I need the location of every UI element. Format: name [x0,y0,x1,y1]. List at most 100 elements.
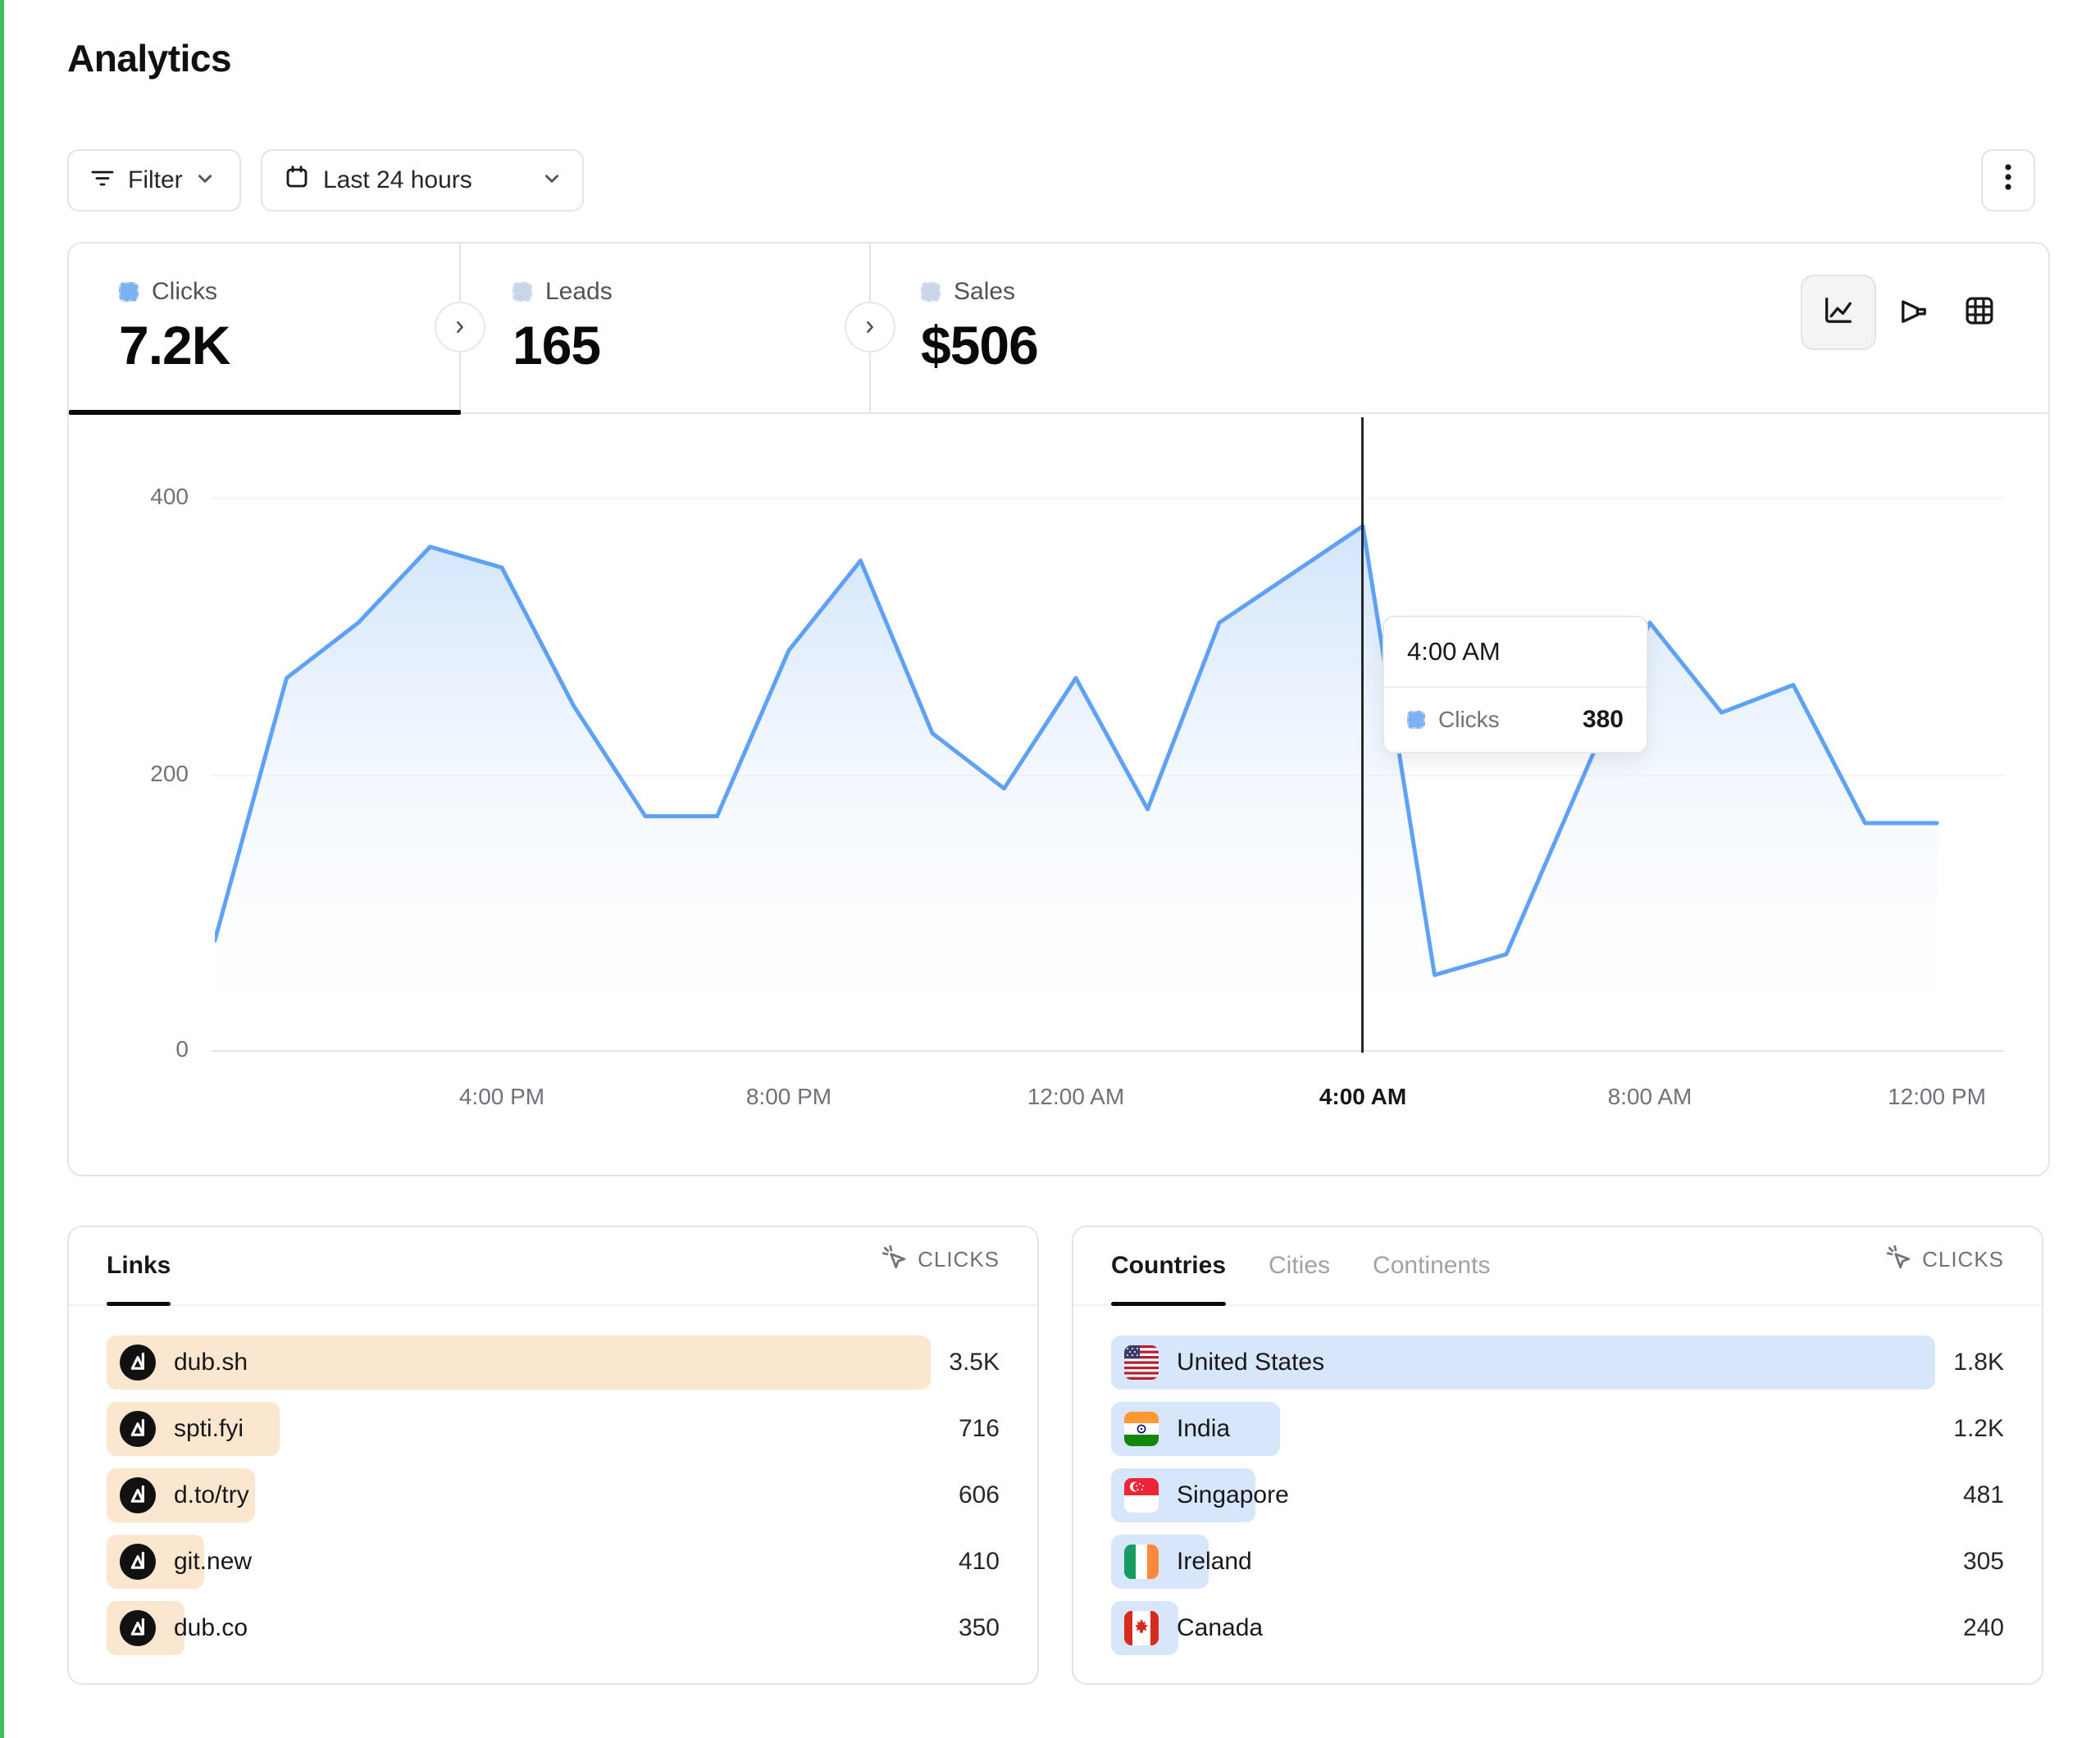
window-left-edge [0,0,4,1738]
funnel-icon [1896,293,1932,333]
country-label: India [1177,1415,1230,1443]
x-axis-tick: 8:00 PM [707,1084,871,1110]
link-label: spti.fyi [174,1415,244,1443]
leads-total-value: 165 [512,314,600,376]
tab-sales[interactable]: Sales $506 [921,242,1232,412]
geo-metric-label: CLICKS [1922,1247,2004,1272]
country-clicks-value: 481 [1963,1468,2004,1522]
more-options-button[interactable] [1981,149,2035,212]
country-label: Canada [1177,1614,1263,1642]
country-row[interactable]: Ireland305 [1111,1535,2004,1589]
clicks-series-swatch [119,282,139,302]
links-panel: Links CLICKS dub.sh 3.5K spti.fyi 716 d.to/t… [67,1226,1039,1685]
chart-tooltip: 4:00 AM Clicks 380 [1383,616,1648,753]
filter-button-label: Filter [128,166,183,194]
chevron-down-icon [543,166,561,194]
chevron-down-icon [196,166,214,194]
x-axis-tick: 4:00 AM [1281,1084,1445,1110]
link-label: d.to/try [174,1481,249,1509]
tab-cities[interactable]: Cities [1269,1252,1330,1304]
tooltip-clicks-swatch [1407,711,1425,729]
tab-links[interactable]: Links [107,1252,171,1304]
link-clicks-value: 606 [959,1468,1000,1522]
country-row[interactable]: India 1.2K [1111,1402,2004,1456]
leads-series-swatch [512,282,532,302]
chart-area-fill [215,526,1937,1051]
sales-tab-label: Sales [954,278,1015,306]
table-view-button[interactable] [1942,275,2017,350]
cursor-click-icon [880,1243,908,1276]
x-axis-tick: 12:00 PM [1855,1084,2019,1110]
funnel-view-button[interactable] [1876,275,1952,350]
country-label: Singapore [1177,1481,1289,1509]
dub-logo-icon [120,1411,156,1447]
geo-panel-rows: United States 1.8K India 1.2K Singapore 481 Ir… [1073,1306,2042,1655]
geo-metric-header[interactable]: CLICKS [1884,1243,2004,1304]
x-axis-tick: 8:00 AM [1568,1084,1732,1110]
country-clicks-value: 1.8K [1953,1335,2004,1390]
link-row[interactable]: dub.sh 3.5K [107,1335,1000,1390]
link-label: dub.co [174,1614,248,1642]
tab-countries[interactable]: Countries [1111,1252,1226,1304]
country-row[interactable]: Singapore 481 [1111,1468,2004,1522]
link-row[interactable]: spti.fyi 716 [107,1402,1000,1456]
tooltip-time: 4:00 AM [1384,617,1647,686]
links-metric-header[interactable]: CLICKS [880,1243,1000,1304]
date-range-label: Last 24 hours [323,166,472,194]
dub-logo-icon [120,1344,156,1381]
tooltip-series-label: Clicks [1438,707,1569,733]
links-metric-label: CLICKS [918,1247,1000,1272]
calendar-icon [284,164,310,197]
clicks-total-value: 7.2K [119,314,230,376]
x-axis-tick: 12:00 AM [994,1084,1158,1110]
grid-table-icon [1961,293,1998,333]
dub-logo-icon [120,1610,156,1646]
in-flag-icon [1124,1412,1159,1446]
y-axis-tick-200: 200 [115,761,189,787]
tooltip-value: 380 [1583,706,1624,734]
tab-clicks[interactable]: Clicks 7.2K [119,242,447,412]
link-row[interactable]: d.to/try 606 [107,1468,1000,1522]
link-label: dub.sh [174,1349,248,1376]
country-clicks-value: 305 [1963,1535,2004,1589]
clicks-area-chart[interactable] [215,414,1941,1062]
filter-icon [90,165,115,196]
link-row[interactable]: dub.co 350 [107,1601,1000,1655]
line-chart-view-button[interactable] [1801,275,1876,350]
link-clicks-value: 716 [959,1402,1000,1456]
us-flag-icon [1124,1345,1159,1380]
link-clicks-value: 410 [959,1535,1000,1589]
tab-continents[interactable]: Continents [1373,1252,1490,1304]
analytics-page: Analytics Filter Last 24 hours [0,0,2100,1738]
dub-logo-icon [120,1477,156,1513]
line-chart-icon [1820,293,1856,333]
country-label: United States [1177,1349,1324,1376]
link-row[interactable]: git.new 410 [107,1535,1000,1589]
link-clicks-value: 3.5K [949,1335,1000,1390]
filter-button[interactable]: Filter [67,149,241,212]
sales-series-swatch [921,282,941,302]
link-clicks-value: 350 [959,1601,1000,1655]
country-row[interactable]: Canada 240 [1111,1601,2004,1655]
expand-clicks-button[interactable] [435,302,485,353]
country-row[interactable]: United States 1.8K [1111,1335,2004,1390]
kebab-menu-icon [1996,161,2020,200]
page-title: Analytics [67,36,231,80]
geo-panel: Countries Cities Continents CLICKS Unite… [1072,1226,2043,1685]
expand-leads-button[interactable] [845,302,895,353]
sg-flag-icon [1124,1478,1159,1513]
y-axis-tick-400: 400 [115,484,189,510]
link-label: git.new [174,1548,252,1576]
tab-leads[interactable]: Leads 165 [512,242,824,412]
hover-crosshair [1361,417,1364,1053]
leads-tab-label: Leads [545,278,613,306]
date-range-picker[interactable]: Last 24 hours [261,149,584,212]
links-panel-rows: dub.sh 3.5K spti.fyi 716 d.to/try 606 git.new 4… [69,1306,1037,1655]
clicks-tab-label: Clicks [152,278,217,306]
country-clicks-value: 240 [1963,1601,2004,1655]
ie-flag-icon [1124,1545,1159,1579]
y-axis-tick-0: 0 [115,1036,189,1062]
country-clicks-value: 1.2K [1953,1402,2004,1456]
cursor-click-icon [1884,1243,1912,1276]
x-axis-tick: 4:00 PM [420,1084,584,1110]
